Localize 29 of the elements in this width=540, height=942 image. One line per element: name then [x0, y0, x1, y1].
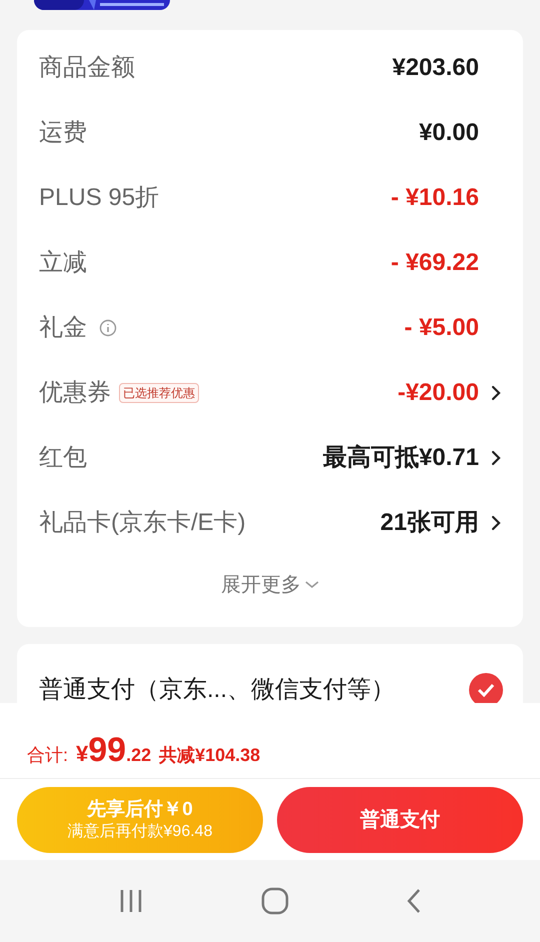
row-value: - ¥10.16 [390, 182, 479, 212]
row-value: ¥203.60 [392, 52, 479, 82]
row-value: ¥0.00 [418, 118, 479, 148]
savings-amount: 共减¥104.38 [159, 744, 260, 767]
row-value[interactable]: 最高可抵¥0.71 [322, 440, 479, 476]
recent-apps-icon[interactable] [118, 888, 144, 914]
radio-check-icon[interactable] [469, 673, 503, 703]
row-label: 优惠券 [39, 378, 111, 408]
chevron-down-icon [305, 581, 319, 589]
expand-more-button[interactable]: 展开更多 [221, 570, 319, 600]
row-value[interactable]: 21张可用 [380, 504, 479, 540]
total-decimal: .22 [126, 744, 152, 767]
row-value[interactable]: -¥20.00 [398, 374, 479, 410]
row-label: 礼金 [39, 312, 87, 342]
home-icon[interactable] [260, 887, 289, 915]
back-icon[interactable] [406, 888, 422, 914]
row-label: 礼品卡(京东卡/E卡) [39, 508, 246, 538]
total-integer: 99 [88, 730, 126, 771]
total-label: 合计: [27, 744, 68, 767]
total-currency: ¥ [76, 740, 88, 768]
row-value: - ¥69.22 [390, 248, 479, 278]
row-label: 红包 [39, 442, 87, 472]
row-label: 商品金额 [39, 52, 135, 82]
row-label: 立减 [39, 248, 87, 278]
row-label: PLUS 95折 [39, 182, 160, 212]
row-value: - ¥5.00 [404, 312, 479, 342]
row-label: 运费 [39, 118, 87, 148]
pay-button[interactable]: 普通支付 [277, 787, 523, 853]
recommended-tag: 已选推荐优惠 [119, 382, 199, 402]
